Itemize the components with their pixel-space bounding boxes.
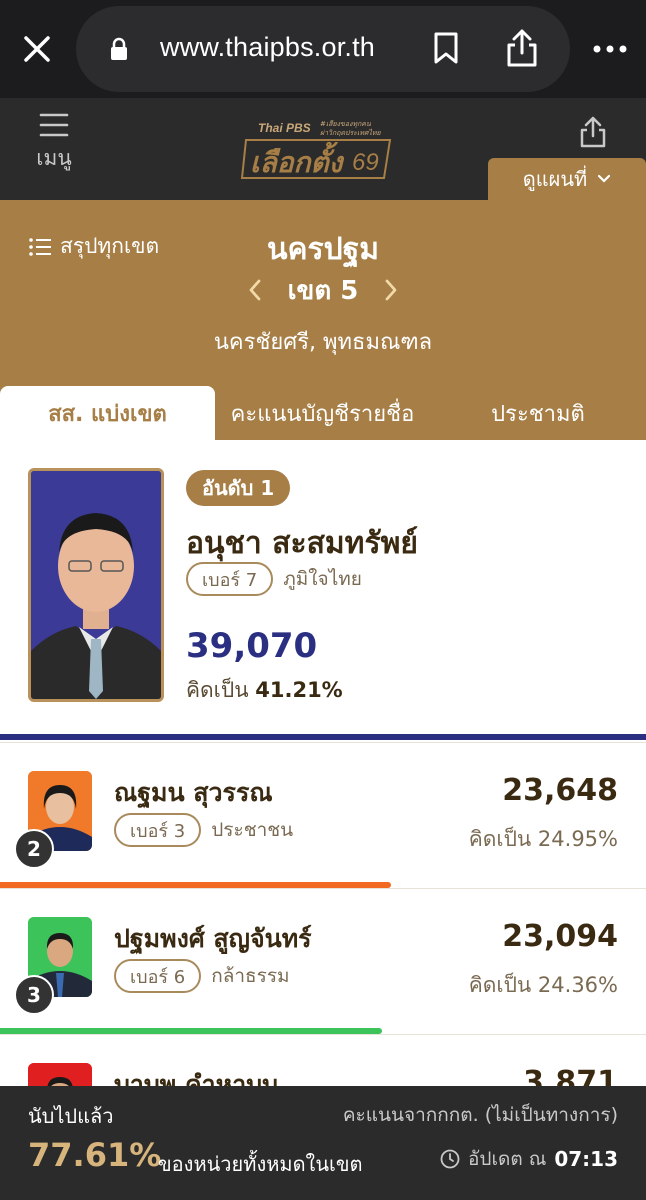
view-map-label: ดูแผนที่ — [522, 167, 588, 191]
menu-label: เมนู — [36, 146, 72, 170]
vote-percentage: คิดเป็น 24.95% — [468, 827, 618, 851]
counted-label: นับไปแล้ว — [28, 1104, 114, 1128]
candidate-row[interactable]: 3 ปฐมพงศ์ สูญจันทร์ เบอร์ 6 กล้าธรรม 23,… — [0, 888, 646, 1034]
more-icon[interactable] — [588, 34, 632, 64]
vote-percentage: คิดเป็น 24.36% — [468, 973, 618, 997]
province-name: นครปฐม — [266, 232, 380, 267]
url-text[interactable]: www.thaipbs.or.th — [160, 32, 375, 63]
district-navigator: เขต 5 — [240, 270, 406, 310]
candidate-name: ปฐมพงศ์ สูญจันทร์ — [114, 924, 312, 953]
close-icon[interactable] — [14, 26, 60, 72]
vote-percentage-prefix: คิดเป็น — [186, 678, 249, 702]
data-source-note: คะแนนจากกกต. (ไม่เป็นทางการ) — [342, 1104, 618, 1126]
election-logo[interactable]: Thai PBS #เสียงของทุกคน ผ่าวิกฤตประเทศไท… — [240, 110, 410, 190]
candidate-number: เบอร์ 3 — [114, 813, 202, 847]
candidate-row[interactable]: 2 ณฐมน สุวรรณ เบอร์ 3 ประชาชน 23,648 คิด… — [0, 742, 646, 888]
last-updated: อัปเดต ณ 07:13 — [440, 1144, 618, 1174]
hamburger-icon — [39, 113, 69, 137]
update-prefix: อัปเดต ณ — [468, 1148, 547, 1170]
vote-share-bar — [0, 734, 646, 740]
page-share-icon[interactable] — [572, 110, 614, 154]
vote-count: 23,648 — [502, 773, 618, 808]
clock-icon — [440, 1149, 460, 1169]
lock-icon — [106, 36, 132, 62]
vote-count: 39,070 — [186, 626, 318, 666]
vote-percentage-value: 41.21% — [255, 678, 343, 702]
count-status-bar: นับไปแล้ว คะแนนจากกกต. (ไม่เป็นทางการ) 7… — [0, 1086, 646, 1200]
vote-count: 23,094 — [502, 919, 618, 954]
district-areas: นครชัยศรี, พุทธมณฑล — [213, 330, 433, 355]
winner-card[interactable]: อันดับ 1 อนุชา สะสมทรัพย์ เบอร์ 7 ภูมิใจ… — [0, 440, 646, 740]
counted-percentage: 77.61% — [28, 1136, 162, 1174]
next-district-chevron-right-icon[interactable] — [376, 275, 406, 305]
bookmark-icon[interactable] — [430, 28, 462, 68]
candidate-meta: เบอร์ 3 ประชาชน — [114, 813, 293, 847]
chevron-down-icon — [598, 174, 611, 183]
tab-party-list[interactable]: คะแนนบัญชีรายชื่อ — [215, 386, 430, 440]
district-label: เขต 5 — [287, 275, 359, 306]
menu-button[interactable]: เมนู — [26, 112, 82, 192]
result-tabs: สส. แบ่งเขต คะแนนบัญชีรายชื่อ ประชามติ — [0, 386, 646, 440]
rank-badge: 2 — [14, 829, 54, 869]
candidate-number: เบอร์ 6 — [114, 959, 202, 993]
svg-text:Thai PBS: Thai PBS — [258, 121, 311, 135]
tab-referendum[interactable]: ประชามติ — [430, 386, 646, 440]
svg-text:#เสียงของทุกคน: #เสียงของทุกคน — [320, 120, 371, 128]
view-map-button[interactable]: ดูแผนที่ — [488, 158, 646, 200]
party-name: ภูมิใจไทย — [283, 568, 362, 590]
update-time: 07:13 — [554, 1147, 618, 1171]
share-icon[interactable] — [500, 24, 544, 72]
site-header: เมนู Thai PBS #เสียงของทุกคน ผ่าวิกฤตประ… — [0, 98, 646, 200]
candidate-meta: เบอร์ 6 กล้าธรรม — [114, 959, 290, 993]
candidate-name: อนุชา สะสมทรัพย์ — [186, 526, 418, 561]
party-name: กล้าธรรม — [211, 965, 290, 987]
rank-badge: 3 — [14, 975, 54, 1015]
svg-text:ผ่าวิกฤตประเทศไทย: ผ่าวิกฤตประเทศไทย — [320, 128, 382, 137]
vote-percentage: คิดเป็น 41.21% — [186, 674, 343, 707]
district-header: สรุปทุกเขต นครปฐม เขต 5 นครชัยศรี, พุทธม… — [0, 200, 646, 440]
svg-text:69: 69 — [352, 149, 379, 176]
browser-toolbar: www.thaipbs.or.th — [0, 0, 646, 98]
candidate-meta: เบอร์ 7 ภูมิใจไทย — [186, 562, 362, 596]
tab-constituency[interactable]: สส. แบ่งเขต — [0, 386, 215, 440]
counted-description: ของหน่วยทั้งหมดในเขต — [158, 1152, 363, 1176]
previous-district-chevron-left-icon[interactable] — [240, 275, 270, 305]
winner-photo — [28, 468, 164, 702]
candidate-name: ณฐมน สุวรรณ — [114, 778, 273, 807]
svg-text:เลือกตั้ง: เลือกตั้ง — [250, 141, 345, 179]
party-name: ประชาชน — [211, 819, 294, 841]
candidate-number: เบอร์ 7 — [186, 562, 274, 596]
rank-badge: อันดับ 1 — [186, 470, 291, 506]
